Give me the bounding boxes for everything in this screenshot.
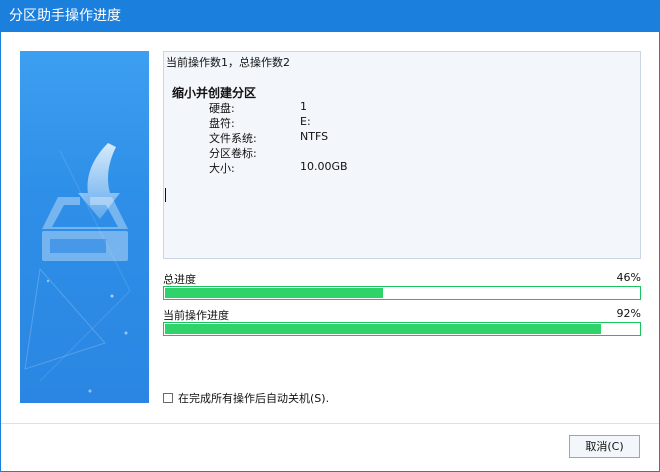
current-progress-fill (165, 324, 601, 334)
window-title: 分区助手操作进度 (1, 1, 659, 32)
shutdown-option[interactable]: 在完成所有操作后自动关机(S). (163, 391, 329, 405)
total-progress-label: 总进度 (163, 273, 196, 286)
field-label-filesystem: 文件系统: (209, 132, 257, 145)
field-value-disk: 1 (300, 100, 307, 113)
text-caret (165, 188, 166, 202)
operation-log[interactable]: 当前操作数1，总操作数2 缩小并创建分区 硬盘: 1 盘符: E: 文件系统: … (163, 51, 641, 259)
field-value-filesystem: NTFS (300, 130, 329, 143)
field-value-size: 10.00GB (300, 160, 348, 173)
current-progress-label: 当前操作进度 (163, 309, 229, 322)
total-progress-percent: 46% (616, 271, 641, 284)
field-label-disk: 硬盘: (209, 102, 235, 115)
footer-divider (1, 423, 659, 424)
shutdown-label[interactable]: 在完成所有操作后自动关机(S). (178, 390, 329, 406)
progress-dialog: 分区助手操作进度 当前操作数1，总操作数2 缩小并创建分区 硬盘: 1 盘符: … (0, 0, 660, 472)
left-banner (20, 51, 149, 403)
field-label-drive-letter: 盘符: (209, 117, 235, 130)
current-progress-percent: 92% (616, 307, 641, 320)
cancel-button[interactable]: 取消(C) (569, 435, 640, 458)
field-label-size: 大小: (209, 162, 235, 175)
total-progress-bar (163, 286, 641, 300)
current-progress-bar (163, 322, 641, 336)
download-tray-icon (24, 143, 131, 393)
operation-summary: 当前操作数1，总操作数2 (166, 56, 290, 69)
total-progress-fill (165, 288, 383, 298)
field-value-drive-letter: E: (300, 115, 311, 128)
shutdown-checkbox[interactable] (163, 393, 173, 403)
field-label-volume-label: 分区卷标: (209, 147, 257, 160)
operation-title: 缩小并创建分区 (172, 86, 257, 100)
